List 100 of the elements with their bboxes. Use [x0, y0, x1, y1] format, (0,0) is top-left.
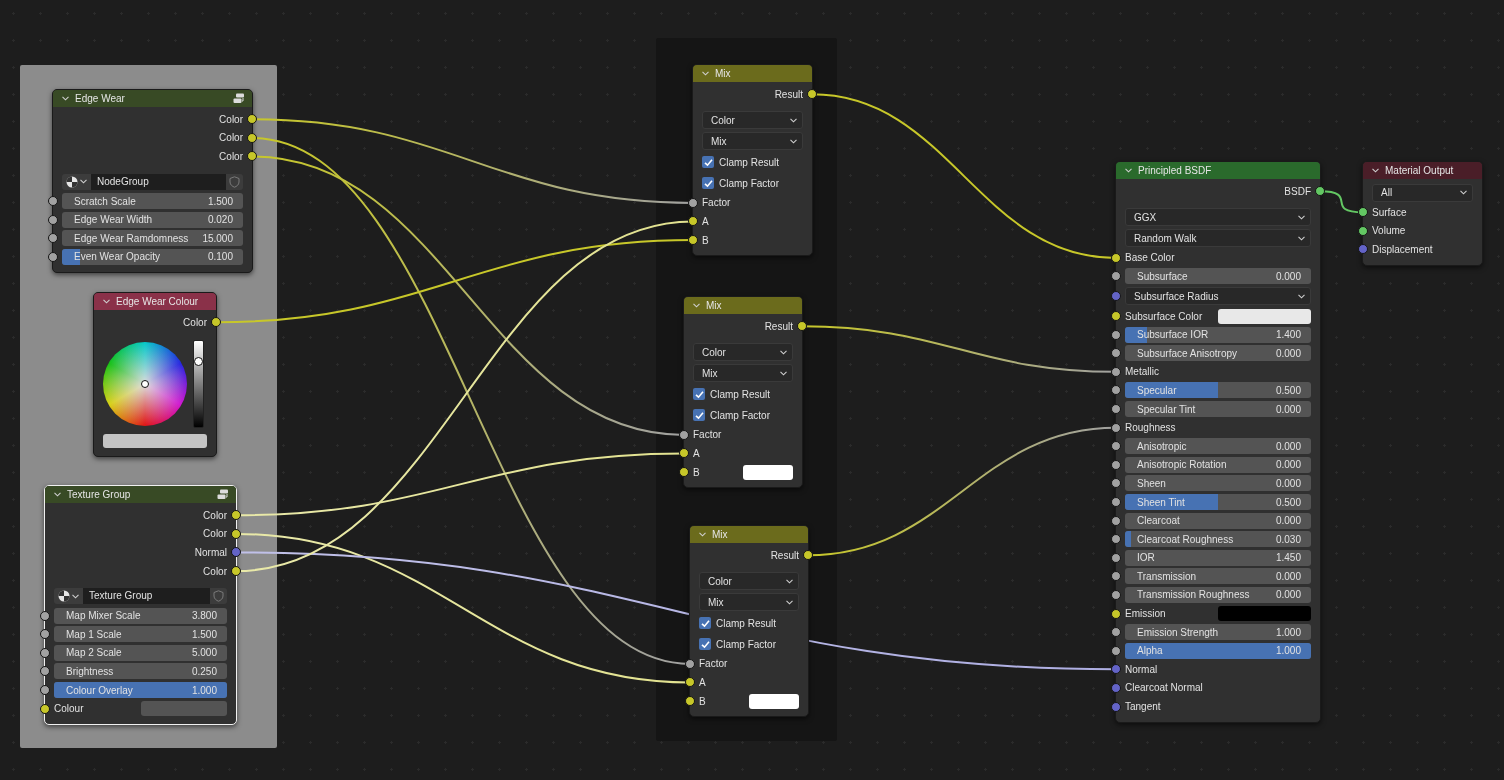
number-slider[interactable]: Emission Strength 1.000 [1125, 624, 1311, 641]
number-slider[interactable]: Sheen Tint 0.500 [1125, 494, 1311, 510]
socket-dot[interactable] [679, 467, 689, 478]
socket-dot[interactable] [1111, 590, 1121, 600]
node-header[interactable]: Texture Group [45, 486, 236, 503]
socket-dot[interactable] [1111, 608, 1121, 619]
fake-user-button[interactable] [226, 173, 243, 190]
checkbox[interactable] [702, 156, 714, 169]
number-slider[interactable]: Map 2 Scale 5.000 [54, 644, 227, 661]
number-slider[interactable]: Transmission Roughness 0.000 [1125, 587, 1311, 603]
socket-dot[interactable] [231, 528, 241, 539]
socket-dot[interactable] [1111, 701, 1121, 712]
socket-dot[interactable] [1111, 311, 1121, 322]
socket-dot[interactable] [797, 321, 807, 332]
number-slider[interactable]: Alpha 1.000 [1125, 642, 1311, 659]
socket-dot[interactable] [1111, 348, 1121, 359]
number-slider[interactable]: Edge Wear Ramdomness 15.000 [62, 230, 243, 247]
socket-dot[interactable] [685, 658, 695, 669]
socket-dot[interactable] [1111, 664, 1121, 675]
number-slider[interactable]: Transmission 0.000 [1125, 568, 1311, 585]
socket-dot[interactable] [40, 685, 50, 696]
node-header[interactable]: Edge Wear Colour [94, 293, 216, 310]
dropdown[interactable]: Mix [699, 593, 799, 612]
number-slider[interactable]: Specular 0.500 [1125, 382, 1311, 399]
value-slider[interactable] [193, 339, 204, 428]
node-header[interactable]: Mix [693, 65, 812, 82]
socket-dot[interactable] [1111, 627, 1121, 638]
socket-dot[interactable] [48, 251, 58, 262]
number-slider[interactable]: Clearcoat Roughness 0.030 [1125, 531, 1311, 548]
socket-dot[interactable] [1358, 207, 1368, 218]
socket-dot[interactable] [48, 214, 58, 225]
socket-dot[interactable] [685, 696, 695, 707]
color-swatch[interactable] [1218, 606, 1311, 622]
socket-dot[interactable] [688, 197, 698, 208]
socket-dot[interactable] [1111, 571, 1121, 582]
node-header[interactable]: Material Output [1363, 162, 1482, 179]
color-swatch[interactable] [103, 433, 207, 448]
dropdown[interactable]: Mix [693, 364, 793, 383]
number-slider[interactable]: IOR 1.450 [1125, 549, 1311, 566]
socket-dot[interactable] [48, 233, 58, 244]
group-name-field[interactable]: Texture Group [83, 588, 210, 605]
socket-dot[interactable] [688, 216, 698, 227]
socket-dot[interactable] [40, 703, 50, 714]
socket-dot[interactable] [1111, 422, 1121, 433]
dropdown[interactable]: Color [702, 111, 803, 130]
dropdown[interactable]: Color [693, 343, 793, 362]
socket-dot[interactable] [247, 132, 257, 143]
number-slider[interactable]: Clearcoat 0.000 [1125, 512, 1311, 529]
number-slider[interactable]: Brightness 0.250 [54, 663, 227, 680]
browse-button[interactable] [54, 588, 83, 605]
dropdown[interactable]: Random Walk [1125, 229, 1311, 248]
socket-dot[interactable] [40, 629, 50, 640]
socket-dot[interactable] [803, 550, 813, 561]
socket-dot[interactable] [807, 89, 817, 100]
socket-dot[interactable] [1111, 459, 1121, 470]
socket-dot[interactable] [1111, 441, 1121, 452]
color-swatch[interactable] [749, 693, 799, 709]
socket-dot[interactable] [247, 114, 257, 125]
socket-dot[interactable] [1111, 366, 1121, 377]
color-swatch[interactable] [140, 701, 227, 717]
number-slider[interactable]: Map Mixer Scale 3.800 [54, 607, 227, 624]
socket-dot[interactable] [688, 235, 698, 246]
socket-dot[interactable] [1358, 225, 1368, 236]
socket-dot[interactable] [231, 547, 241, 558]
socket-dot[interactable] [1111, 552, 1121, 563]
socket-dot[interactable] [1315, 186, 1325, 197]
socket-dot[interactable] [1111, 478, 1121, 489]
socket-dot[interactable] [40, 610, 50, 621]
browse-button[interactable] [62, 173, 91, 190]
number-slider[interactable]: Subsurface 0.000 [1125, 268, 1311, 285]
node-header[interactable]: Edge Wear [53, 90, 252, 107]
group-name-field[interactable]: NodeGroup [91, 173, 226, 190]
socket-dot[interactable] [679, 429, 689, 440]
color-swatch[interactable] [1218, 308, 1311, 324]
socket-dot[interactable] [1111, 329, 1121, 340]
socket-dot[interactable] [247, 151, 257, 162]
dropdown[interactable]: Mix [702, 132, 803, 151]
checkbox[interactable] [699, 638, 711, 651]
number-slider[interactable]: Edge Wear Width 0.020 [62, 211, 243, 228]
node-header[interactable]: Mix [684, 297, 802, 314]
checkbox[interactable] [693, 409, 705, 422]
socket-dot[interactable] [1358, 244, 1368, 255]
socket-dot[interactable] [679, 448, 689, 459]
socket-dot[interactable] [231, 510, 241, 521]
number-slider[interactable]: Anisotropic Rotation 0.000 [1125, 456, 1311, 473]
socket-dot[interactable] [40, 647, 50, 658]
node-header[interactable]: Principled BSDF [1116, 162, 1320, 179]
socket-dot[interactable] [1111, 645, 1121, 656]
socket-dot[interactable] [685, 677, 695, 688]
number-slider[interactable]: Subsurface Anisotropy 0.000 [1125, 345, 1311, 362]
socket-dot[interactable] [48, 196, 58, 207]
wheel-cursor[interactable] [141, 379, 149, 388]
socket-dot[interactable] [1111, 515, 1121, 526]
socket-dot[interactable] [1111, 497, 1121, 507]
dropdown[interactable]: All [1372, 183, 1473, 202]
node-header[interactable]: Mix [690, 526, 808, 543]
checkbox[interactable] [693, 388, 705, 401]
socket-dot[interactable] [1111, 252, 1121, 263]
color-swatch[interactable] [743, 464, 793, 480]
number-slider[interactable]: Scratch Scale 1.500 [62, 193, 243, 210]
